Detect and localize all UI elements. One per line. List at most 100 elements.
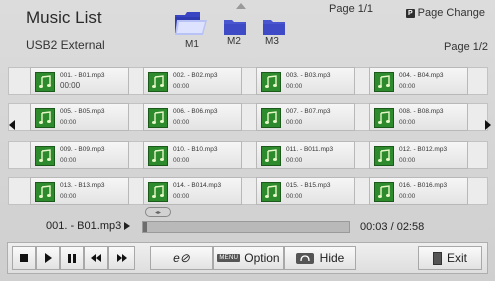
track-name: 011. - B011.mp3: [286, 146, 334, 153]
hide-button[interactable]: Hide: [284, 246, 356, 270]
folder-m3-label: M3: [265, 36, 279, 47]
pause-button[interactable]: [60, 246, 84, 270]
music-note-icon: [261, 72, 281, 92]
track-tile[interactable]: 005. - B05.mp3 00:00: [30, 103, 129, 131]
track-duration: 00:00: [399, 193, 416, 200]
page-change-badge-icon: P: [406, 8, 415, 18]
hide-label: Hide: [319, 251, 345, 265]
music-note-icon: [374, 182, 394, 202]
stop-button[interactable]: [12, 246, 36, 270]
music-note-icon: [148, 146, 168, 166]
track-tile[interactable]: 006. - B06.mp3 00:00: [143, 103, 242, 131]
music-note-icon: [374, 108, 394, 128]
rewind-icon: [91, 254, 101, 262]
track-tile[interactable]: 011. - B011.mp3 00:00: [256, 141, 355, 169]
exit-key-icon: [432, 251, 442, 265]
return-key-icon: [295, 252, 314, 264]
track-duration: 00:00: [399, 157, 416, 164]
play-button[interactable]: [36, 246, 60, 270]
track-tile[interactable]: 002. - B02.mp3 00:00: [143, 67, 242, 95]
track-tile[interactable]: 003. - B03.mp3 00:00: [256, 67, 355, 95]
stop-icon: [20, 254, 28, 262]
previous-page-arrow-icon[interactable]: [9, 120, 15, 130]
folder-m1-label: M1: [185, 39, 199, 50]
track-tile[interactable]: 016. - B016.mp3 00:00: [369, 177, 468, 205]
track-duration: 00:00: [173, 83, 190, 90]
track-tile[interactable]: 009. - B09.mp3 00:00: [30, 141, 129, 169]
folder-icon: [224, 20, 246, 35]
page-indicator: Page 1/1: [329, 3, 374, 15]
playback-time: 00:03 / 02:58: [360, 221, 425, 233]
track-name: 016. - B016.mp3: [399, 182, 448, 189]
music-note-icon: [261, 146, 281, 166]
rewind-button[interactable]: [84, 246, 108, 270]
track-name: 001. - B01.mp3: [60, 72, 105, 79]
exit-button[interactable]: Exit: [418, 246, 482, 270]
music-note-icon: [261, 182, 281, 202]
track-duration: 00:00: [286, 83, 303, 90]
track-name: 010. - B10.mp3: [173, 146, 218, 153]
folder-icon: [263, 20, 285, 35]
track-tile[interactable]: 014. - B014.mp3 00:00: [143, 177, 242, 205]
track-name: 007. - B07.mp3: [286, 108, 331, 115]
track-tile[interactable]: 013. - B13.mp3 00:00: [30, 177, 129, 205]
next-page-arrow-icon[interactable]: [485, 120, 491, 130]
track-duration: 00:00: [60, 119, 77, 126]
music-note-icon: [148, 108, 168, 128]
music-note-icon: [35, 182, 55, 202]
music-note-icon: [148, 182, 168, 202]
folder-up-arrow-icon[interactable]: [236, 3, 246, 9]
music-note-icon: [374, 72, 394, 92]
track-tile[interactable]: 012. - B012.mp3 00:00: [369, 141, 468, 169]
track-name: 006. - B06.mp3: [173, 108, 218, 115]
page-change-label: Page Change: [417, 7, 485, 19]
track-tile[interactable]: 007. - B07.mp3 00:00: [256, 103, 355, 131]
open-folder-icon: [175, 12, 207, 35]
track-duration: 00:00: [286, 157, 303, 164]
page-change-hint: P Page Change: [406, 7, 485, 19]
now-playing: 001. - B01.mp3: [46, 220, 131, 232]
source-label: USB2 External: [26, 38, 105, 52]
music-note-icon: [261, 108, 281, 128]
repeat-button[interactable]: e⊘: [150, 246, 213, 270]
track-name: 004. - B04.mp3: [399, 72, 444, 79]
music-note-icon: [374, 146, 394, 166]
track-tile[interactable]: 010. - B10.mp3 00:00: [143, 141, 242, 169]
track-duration: 00:00: [173, 157, 190, 164]
repeat-icon: e⊘: [173, 251, 190, 265]
track-duration: 00:00: [399, 119, 416, 126]
playing-indicator-icon: [124, 222, 131, 230]
track-name: 014. - B014.mp3: [173, 182, 222, 189]
page-title: Music List: [26, 8, 102, 27]
option-label: Option: [244, 251, 280, 265]
track-duration: 00:00: [173, 193, 190, 200]
track-name: 013. - B13.mp3: [60, 182, 105, 189]
track-duration: 00:00: [286, 119, 303, 126]
track-tile[interactable]: 015. - B15.mp3 00:00: [256, 177, 355, 205]
track-tile[interactable]: 001. - B01.mp3 00:00: [30, 67, 129, 95]
track-name: 009. - B09.mp3: [60, 146, 105, 153]
progress-bar[interactable]: [142, 221, 350, 233]
track-duration: 00:00: [173, 119, 190, 126]
track-name: 005. - B05.mp3: [60, 108, 105, 115]
pause-icon: [68, 253, 76, 263]
option-button[interactable]: MENU Option: [213, 246, 284, 270]
scrub-handle-icon[interactable]: ◂▸: [145, 207, 171, 217]
track-tile[interactable]: 008. - B08.mp3 00:00: [369, 103, 468, 131]
track-name: 015. - B15.mp3: [286, 182, 331, 189]
track-name: 002. - B02.mp3: [173, 72, 218, 79]
music-note-icon: [35, 72, 55, 92]
music-note-icon: [148, 72, 168, 92]
track-tile[interactable]: 004. - B04.mp3 00:00: [369, 67, 468, 95]
music-note-icon: [35, 108, 55, 128]
fast-forward-icon: [116, 254, 127, 262]
progress-fill: [143, 222, 147, 232]
track-name: 012. - B012.mp3: [399, 146, 448, 153]
fast-forward-button[interactable]: [108, 246, 135, 270]
music-note-icon: [35, 146, 55, 166]
control-bar: e⊘ MENU Option Hide Exit: [7, 242, 488, 274]
track-duration: 00:00: [60, 157, 77, 164]
track-duration: 00:00: [286, 193, 303, 200]
pager-label: Page 1/2: [444, 41, 489, 53]
play-icon: [44, 253, 52, 263]
